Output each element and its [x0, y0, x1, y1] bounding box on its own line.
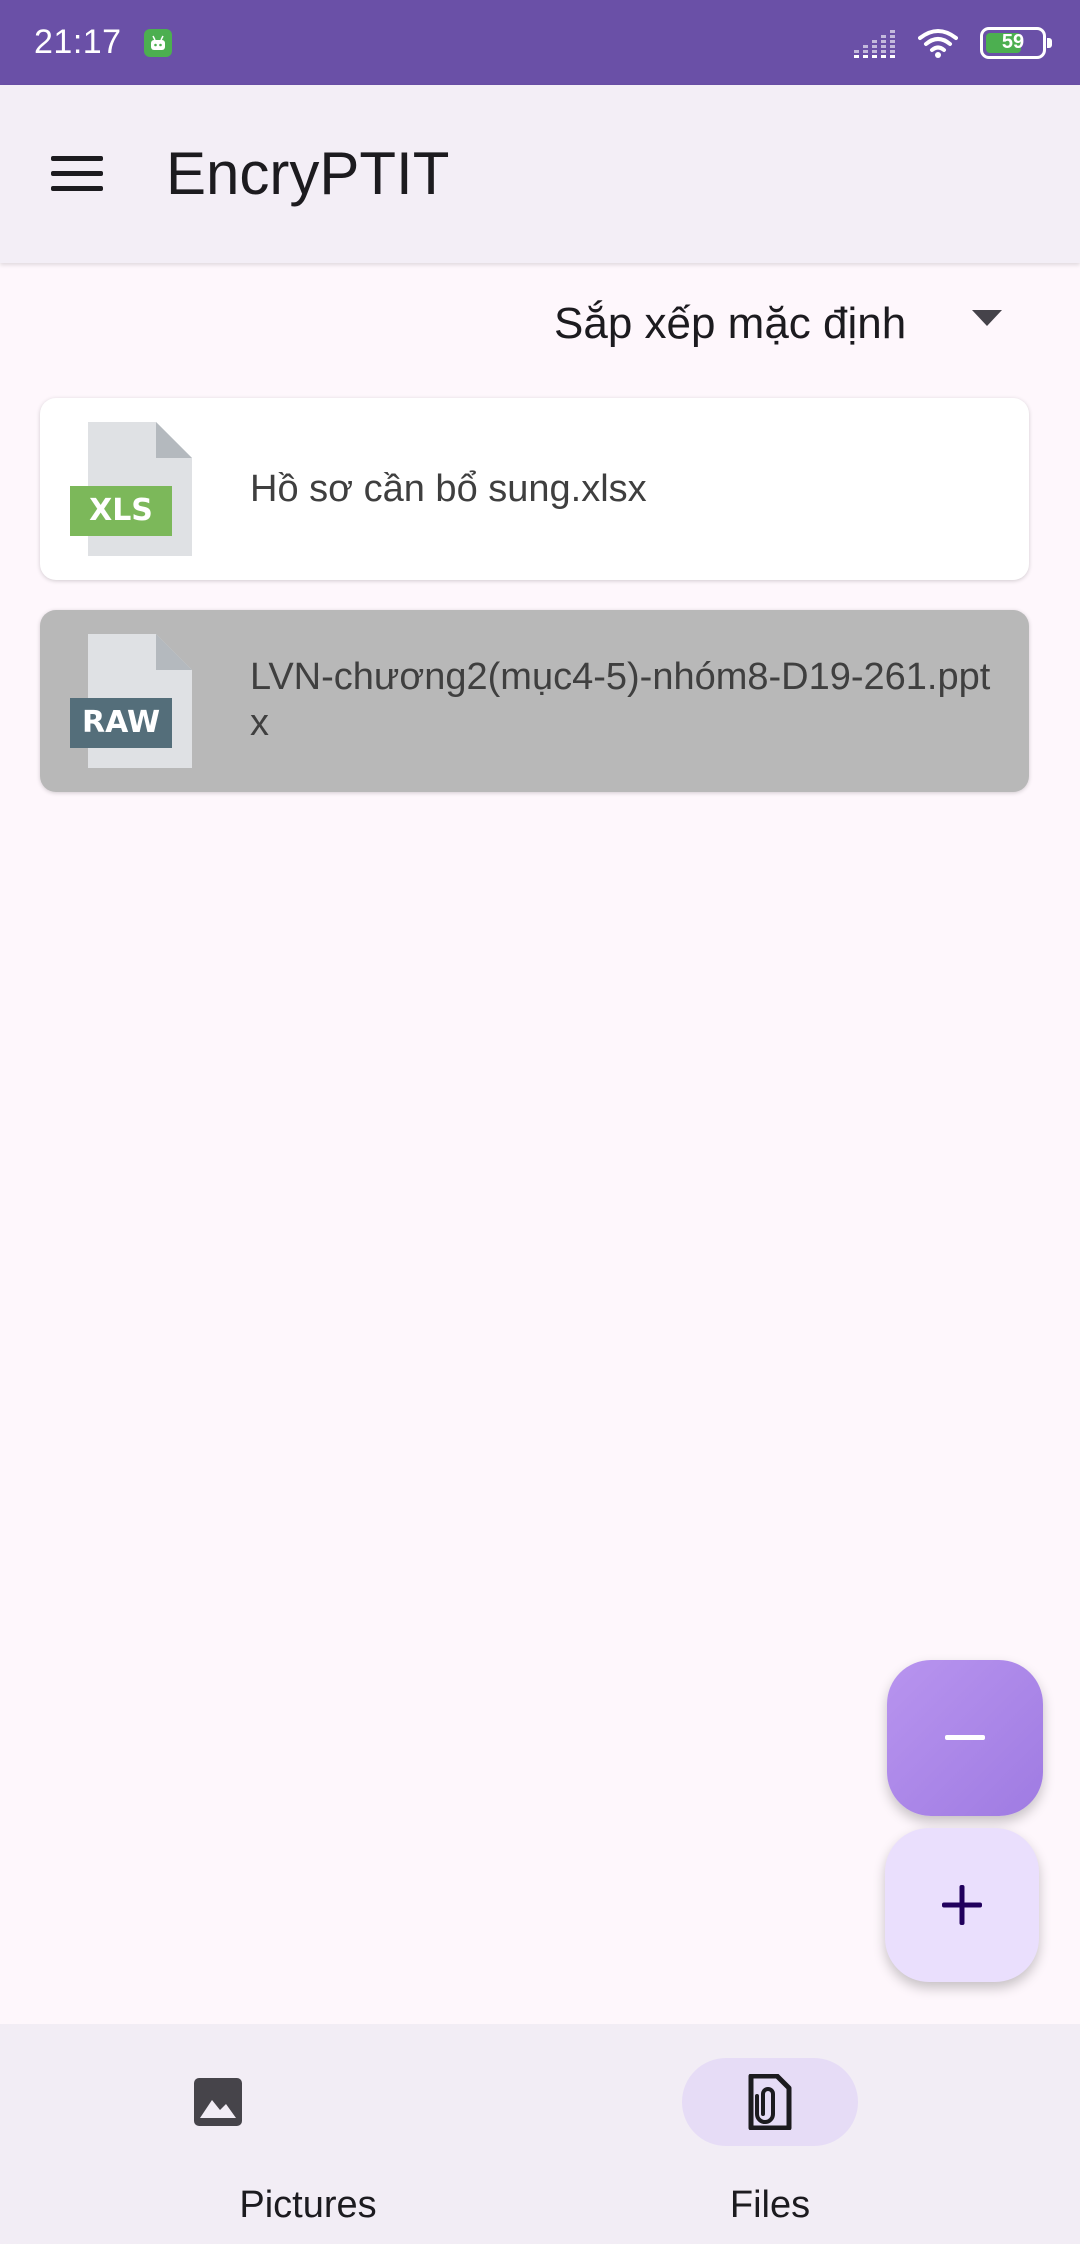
plus-icon [942, 1885, 982, 1925]
file-item[interactable]: XLS Hồ sơ cần bổ sung.xlsx [40, 398, 1029, 580]
add-fab-button[interactable] [885, 1828, 1039, 1982]
dropdown-arrow-icon [972, 310, 1002, 326]
hamburger-menu-icon [51, 156, 103, 191]
nav-item-files[interactable]: Files [540, 2024, 1080, 2244]
status-icons: 59 [854, 26, 1052, 59]
nav-pill [130, 2058, 306, 2146]
xls-file-icon: XLS [70, 422, 192, 556]
image-icon [194, 2078, 242, 2126]
menu-button[interactable] [36, 141, 118, 207]
screen: 21:17 59 EncryPTIT Sắp xếp mặc định XLS … [0, 0, 1080, 2244]
app-bar: EncryPTIT [0, 85, 1080, 263]
android-robot-icon [143, 28, 172, 57]
minus-icon [945, 1735, 985, 1740]
battery-icon: 59 [980, 26, 1052, 59]
sort-label: Sắp xếp mặc định [554, 299, 907, 348]
nav-label: Pictures [239, 2184, 377, 2226]
file-name: Hồ sơ cần bổ sung.xlsx [250, 468, 647, 510]
raw-file-icon: RAW [70, 634, 192, 768]
file-type-badge: XLS [89, 493, 153, 528]
file-name: LVN-chương2(mục4-5)-nhóm8-D19-261.pptx [250, 656, 991, 744]
page-title: EncryPTIT [166, 140, 450, 207]
wifi-icon [918, 28, 958, 58]
sort-dropdown[interactable]: Sắp xếp mặc định [540, 286, 1010, 362]
nav-pill-active [682, 2058, 858, 2146]
status-time: 21:17 [34, 23, 122, 61]
nav-item-pictures[interactable]: Pictures [0, 2024, 540, 2244]
nav-label: Files [729, 2184, 811, 2226]
signal-bars-icon [854, 29, 895, 58]
status-bar: 21:17 59 [0, 0, 1080, 85]
file-attachment-icon [748, 2074, 792, 2130]
bottom-nav: Pictures Files [0, 2024, 1080, 2244]
battery-level: 59 [1001, 31, 1025, 53]
remove-fab-button[interactable] [887, 1660, 1043, 1816]
file-item-selected[interactable]: RAW LVN-chương2(mục4-5)-nhóm8-D19-261.pp… [40, 610, 1029, 792]
file-type-badge: RAW [82, 705, 160, 740]
